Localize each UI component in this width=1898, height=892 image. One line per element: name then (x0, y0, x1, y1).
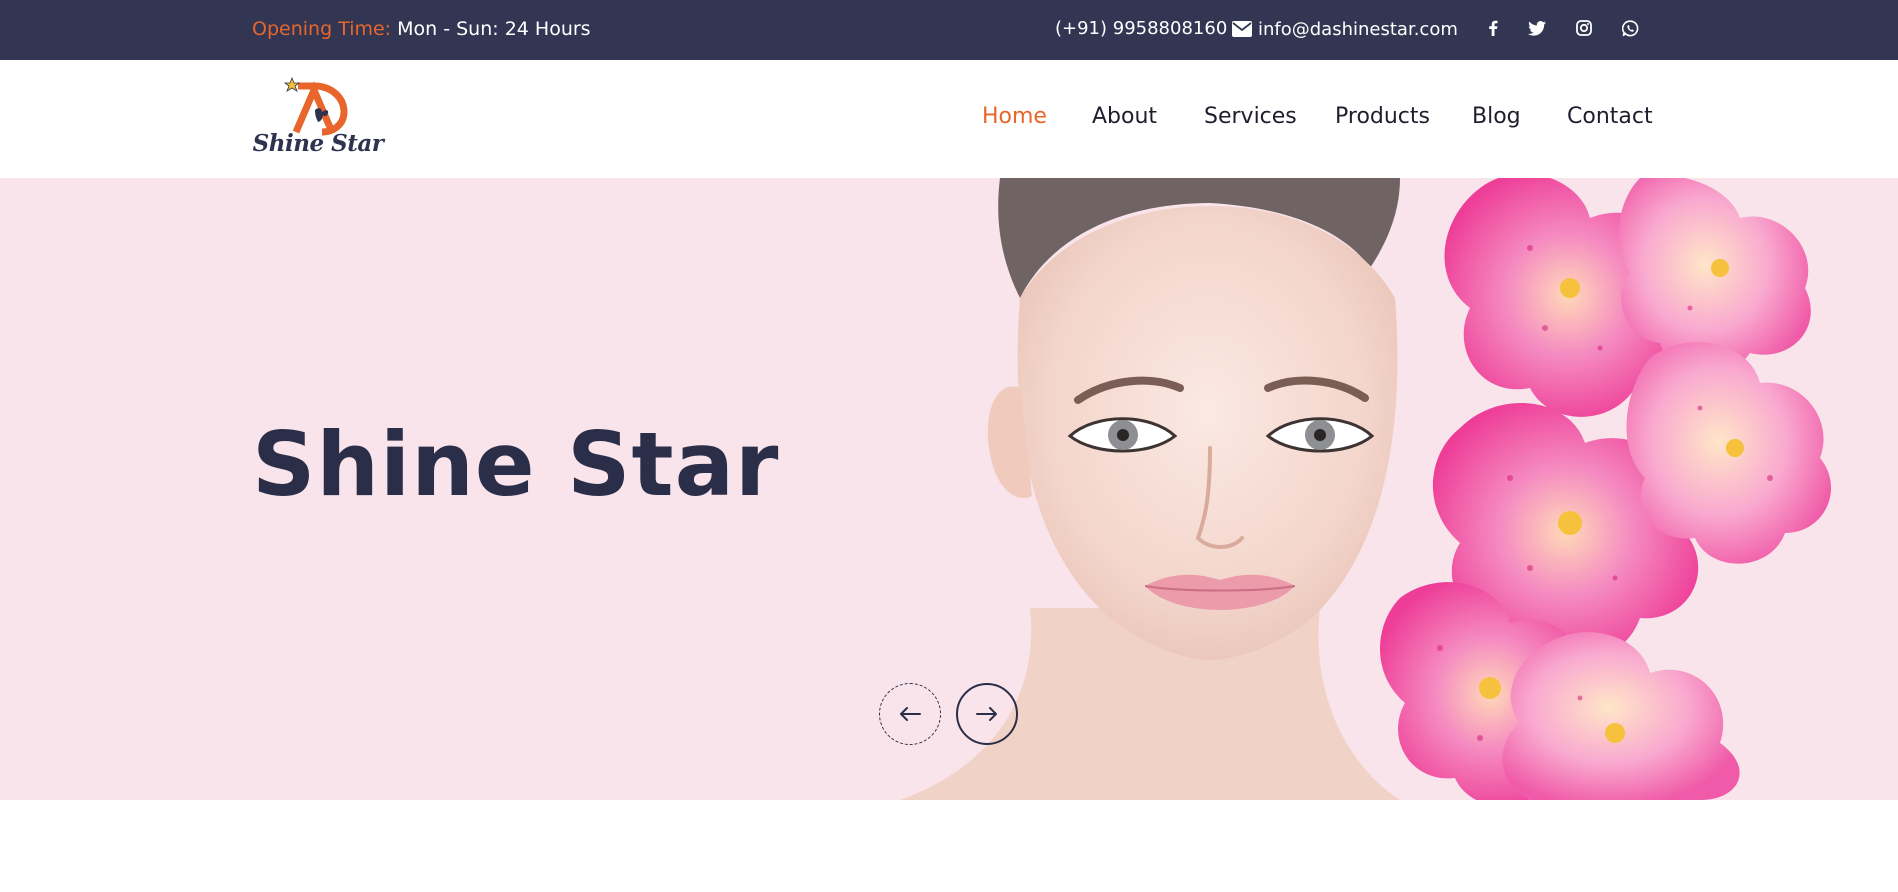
content-section (0, 800, 1898, 892)
hero-image (900, 178, 1832, 800)
logo-mark (283, 76, 348, 136)
arrow-right-icon (976, 707, 997, 721)
nav-home[interactable]: Home (982, 102, 1047, 132)
site-logo[interactable]: Shine Star (252, 74, 384, 166)
hero-slider: Shine Star (0, 178, 1898, 800)
email-text: info@dashinestar.com (1258, 18, 1458, 40)
opening-time-label: Opening Time: (252, 18, 392, 40)
nav-about[interactable]: About (1092, 102, 1157, 132)
facebook-icon[interactable] (1483, 18, 1503, 38)
slider-prev-button[interactable] (879, 683, 941, 745)
email-link[interactable]: info@dashinestar.com (1232, 16, 1458, 42)
whatsapp-icon[interactable] (1620, 18, 1640, 38)
nav-services[interactable]: Services (1204, 102, 1297, 132)
phone-link[interactable]: (+91) 9958808160 (1055, 17, 1227, 41)
envelope-icon (1232, 21, 1252, 37)
nav-contact[interactable]: Contact (1567, 102, 1653, 132)
opening-time: Opening Time: Mon - Sun: 24 Hours (252, 17, 591, 41)
site-header: Shine Star Home About Services Products … (0, 60, 1898, 178)
top-bar: Opening Time: Mon - Sun: 24 Hours (+91) … (0, 0, 1898, 60)
nav-blog[interactable]: Blog (1472, 102, 1521, 132)
arrow-left-icon (900, 707, 921, 721)
nav-products[interactable]: Products (1335, 102, 1430, 132)
slider-next-button[interactable] (956, 683, 1018, 745)
instagram-icon[interactable] (1574, 18, 1594, 38)
logo-text: Shine Star (252, 130, 384, 157)
hero-title: Shine Star (252, 413, 780, 516)
twitter-icon[interactable] (1527, 18, 1547, 38)
opening-time-value: Mon - Sun: 24 Hours (397, 18, 591, 40)
